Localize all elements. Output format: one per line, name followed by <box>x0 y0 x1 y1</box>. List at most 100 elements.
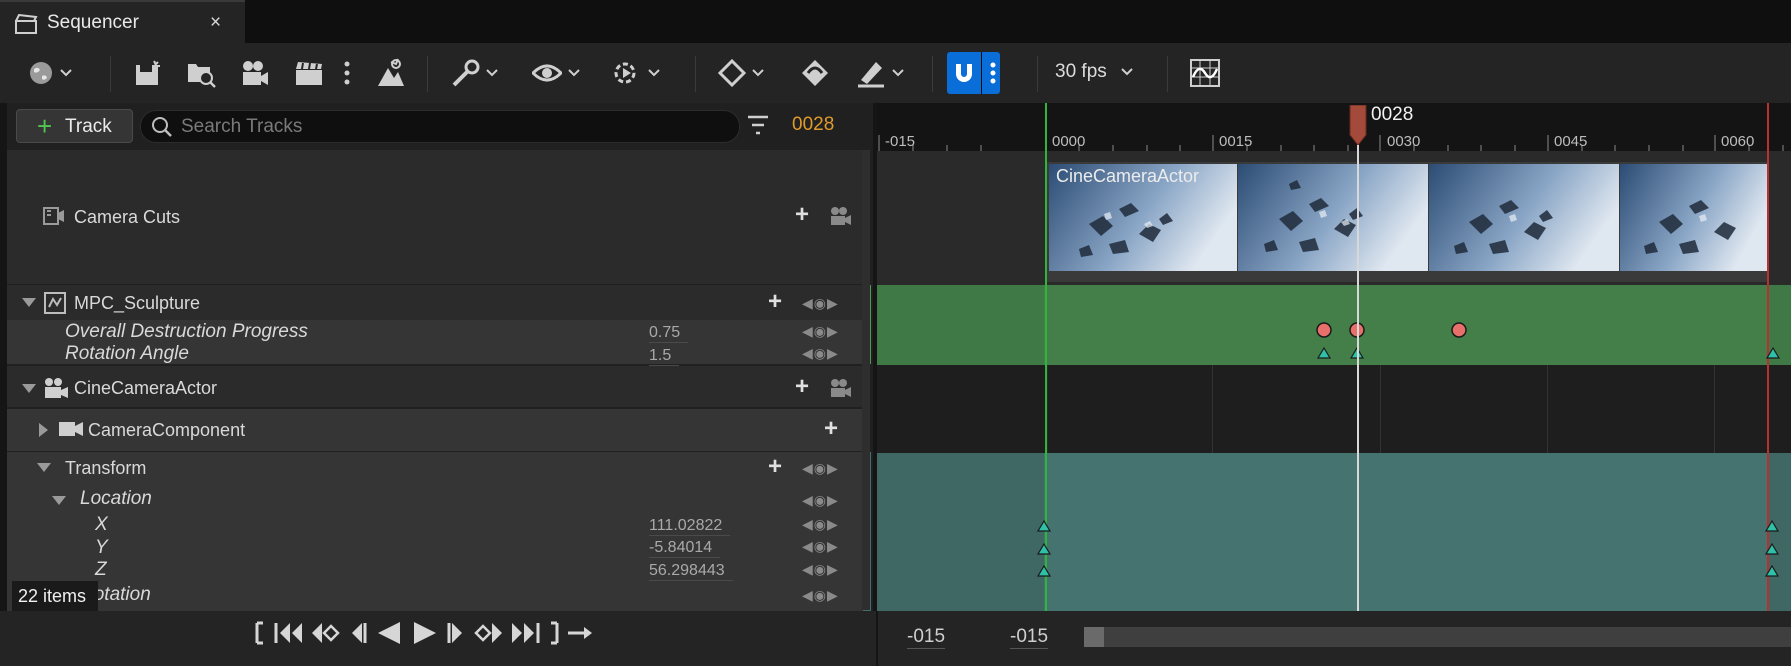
next-frame-icon[interactable] <box>446 621 468 645</box>
curve-editor-button[interactable] <box>1190 55 1220 91</box>
snap-magnet-icon <box>952 61 976 85</box>
track-location-z[interactable]: Z <box>95 559 107 581</box>
camera-icon[interactable] <box>829 206 853 226</box>
key-navigation[interactable]: ◀◉▶ <box>802 492 839 509</box>
keyframe-triangle <box>1036 564 1052 577</box>
jump-to-end-icon[interactable] <box>546 621 560 645</box>
loop-mode-icon[interactable] <box>566 621 594 645</box>
close-icon[interactable]: × <box>210 12 221 34</box>
find-asset-button[interactable] <box>186 55 216 91</box>
add-key-button[interactable]: + <box>768 455 782 479</box>
expand-arrow-icon[interactable] <box>37 463 51 472</box>
tracks-scrollbar[interactable] <box>862 150 870 610</box>
camera-actor-button[interactable] <box>240 55 270 91</box>
location-x-value[interactable]: 111.02822 <box>649 517 731 536</box>
add-parameter-button[interactable]: + <box>768 290 782 314</box>
key-navigation[interactable]: ◀◉▶ <box>802 538 839 555</box>
next-shot-icon[interactable] <box>510 621 540 645</box>
add-component-button[interactable]: + <box>795 375 809 399</box>
key-icon <box>718 59 746 87</box>
tab-bar <box>0 0 1791 43</box>
key-navigation[interactable]: ◀◉▶ <box>802 460 839 477</box>
transport-controls <box>254 620 594 646</box>
add-track-to-component-button[interactable]: + <box>824 417 838 441</box>
key-navigation[interactable]: ◀◉▶ <box>802 587 839 604</box>
add-camera-cut-button[interactable]: + <box>795 203 809 227</box>
search-icon <box>151 116 173 138</box>
track-rotation-angle[interactable]: Rotation Angle <box>65 343 189 365</box>
location-y-value[interactable]: -5.84014 <box>649 539 721 558</box>
playback-options-button[interactable] <box>612 55 660 91</box>
clapper-icon <box>294 59 324 87</box>
view-button[interactable] <box>532 55 580 91</box>
next-key-icon[interactable] <box>474 621 504 645</box>
track-cameracomponent[interactable]: CameraComponent <box>88 420 245 441</box>
tools-button[interactable] <box>450 55 498 91</box>
timeline-scrollbar[interactable] <box>1084 627 1791 647</box>
edit-button[interactable] <box>856 55 904 91</box>
keyframe-triangle <box>1036 519 1052 532</box>
jump-to-start-icon[interactable] <box>254 621 268 645</box>
key-navigation[interactable]: ◀◉▶ <box>802 295 839 312</box>
expand-arrow-icon[interactable] <box>52 496 66 505</box>
ruler-tick: 0030 <box>1387 133 1421 150</box>
fps-value: 30 fps <box>1055 61 1107 82</box>
playhead-handle[interactable] <box>1347 105 1369 145</box>
key-navigation[interactable]: ◀◉▶ <box>802 561 839 578</box>
snap-toggle[interactable] <box>947 52 1000 94</box>
track-location-x[interactable]: X <box>95 514 108 536</box>
track-overall-destruction-progress[interactable]: Overall Destruction Progress <box>65 321 308 343</box>
keyframe-dot <box>1316 322 1332 338</box>
ruler-tick: 0000 <box>1052 133 1086 150</box>
previous-key-icon[interactable] <box>310 621 340 645</box>
playhead-line <box>1357 128 1359 611</box>
track-location-y[interactable]: Y <box>95 537 108 559</box>
current-frame[interactable]: 0028 <box>792 114 834 136</box>
location-z-value[interactable]: 56.298443 <box>649 562 733 581</box>
curve-editor-icon <box>1190 59 1220 87</box>
track-camera-cuts[interactable]: Camera Cuts <box>74 207 180 228</box>
previous-shot-icon[interactable] <box>274 621 304 645</box>
track-cinecameraactor[interactable]: CineCameraActor <box>74 378 217 399</box>
add-track-label: Track <box>65 116 112 137</box>
key-interp-button[interactable] <box>800 55 830 91</box>
key-navigation[interactable]: ◀◉▶ <box>802 323 839 340</box>
view-range-start[interactable]: -015 <box>907 626 946 649</box>
snap-options-icon[interactable] <box>990 62 996 84</box>
previous-frame-icon[interactable] <box>346 621 368 645</box>
view-range-end[interactable]: -015 <box>1010 626 1049 649</box>
save-button[interactable] <box>134 55 162 91</box>
tab-sequencer[interactable]: Sequencer × <box>0 0 245 43</box>
expand-arrow-icon[interactable] <box>22 384 36 393</box>
expand-arrow-icon[interactable] <box>22 298 36 307</box>
more-button[interactable] <box>344 55 350 91</box>
keyframe-triangle <box>1764 542 1780 555</box>
key-navigation[interactable]: ◀◉▶ <box>802 516 839 533</box>
render-button[interactable] <box>376 55 406 91</box>
key-navigation[interactable]: ◀◉▶ <box>802 345 839 362</box>
search-tracks-field[interactable] <box>140 110 740 143</box>
fps-dropdown[interactable]: 30 fps <box>1055 61 1133 83</box>
camera-icon[interactable] <box>829 378 853 398</box>
track-transform[interactable]: Transform <box>65 458 146 479</box>
keyframe-triangle <box>1765 346 1781 359</box>
play-icon[interactable] <box>410 620 440 646</box>
expand-arrow-icon[interactable] <box>39 423 48 437</box>
filter-icon[interactable] <box>746 114 770 136</box>
time-ruler[interactable]: -015 0000 0015 0030 0045 0060 <box>877 103 1791 151</box>
scrollbar-thumb[interactable] <box>1084 627 1104 647</box>
ruler-tick: -015 <box>885 133 916 150</box>
ruler-tick: 0060 <box>1721 133 1755 150</box>
play-reverse-icon[interactable] <box>374 620 404 646</box>
param-value[interactable]: 1.5 <box>649 347 680 366</box>
add-track-button[interactable]: + Track <box>16 109 133 143</box>
key-button[interactable] <box>718 55 764 91</box>
param-value[interactable]: 0.75 <box>649 324 689 343</box>
plus-icon: + <box>37 111 53 141</box>
track-location[interactable]: Location <box>80 488 152 510</box>
track-mpc-sculpture[interactable]: MPC_Sculpture <box>74 293 200 314</box>
search-input[interactable] <box>181 115 721 139</box>
chevron-down-icon <box>648 69 660 77</box>
clapper-button[interactable] <box>294 55 324 91</box>
world-button[interactable] <box>28 55 72 91</box>
